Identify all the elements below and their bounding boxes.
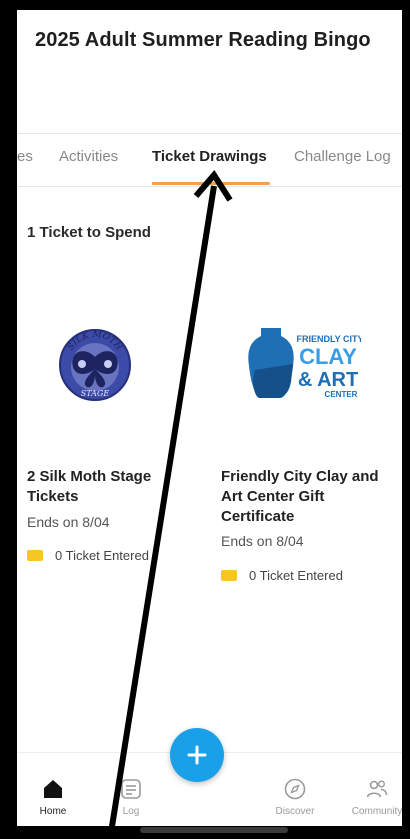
card-entered-clay-art: 0 Ticket Entered: [221, 568, 343, 583]
home-icon: [44, 780, 62, 798]
home-indicator: [140, 827, 288, 833]
community-icon: [366, 780, 388, 798]
page-title: 2025 Adult Summer Reading Bingo: [35, 29, 371, 51]
compass-icon: [284, 778, 306, 800]
clay-logo-line3: & ART: [298, 369, 358, 391]
tab-challenge-log[interactable]: Challenge Log: [294, 148, 391, 165]
nav-home[interactable]: Home: [17, 753, 89, 826]
card-entered-text: 0 Ticket Entered: [55, 548, 149, 563]
app-screen: 2025 Adult Summer Reading Bingo es Activ…: [17, 10, 402, 826]
add-button[interactable]: [170, 728, 224, 782]
nav-discover[interactable]: Discover: [259, 753, 331, 826]
card-title-clay-art: Friendly City Clay and Art Center Gift C…: [221, 468, 379, 525]
clay-logo-line1: FRIENDLY CITY: [296, 334, 361, 344]
ticket-icon: [221, 570, 237, 581]
vase-logo-icon: FRIENDLY CITY CLAY & ART CENTER: [248, 328, 361, 399]
tab-ticket-drawings[interactable]: Ticket Drawings: [152, 148, 267, 165]
tab-challenges-partial[interactable]: es: [17, 148, 33, 165]
nav-home-label: Home: [39, 806, 67, 817]
tab-bar: es Activities Ticket Drawings Challenge …: [17, 133, 402, 187]
ticket-icon: [27, 550, 43, 561]
nav-discover-label: Discover: [275, 806, 315, 817]
phone-frame: 2025 Adult Summer Reading Bingo es Activ…: [0, 0, 410, 839]
nav-log-label: Log: [122, 806, 140, 817]
card-entered-silk-moth: 0 Ticket Entered: [27, 548, 149, 563]
card-ends-clay-art: Ends on 8/04: [221, 533, 304, 549]
card-ends-silk-moth: Ends on 8/04: [27, 514, 110, 530]
moth-logo-icon: SILK MOTH STAGE: [59, 329, 131, 401]
tab-activities[interactable]: Activities: [59, 148, 118, 165]
nav-community-label: Community: [351, 806, 402, 817]
clay-logo-line4: CENTER: [325, 390, 358, 399]
active-tab-indicator: [152, 182, 270, 185]
card-entered-text: 0 Ticket Entered: [249, 568, 343, 583]
card-title-silk-moth: 2 Silk Moth Stage Tickets: [27, 468, 152, 505]
nav-community[interactable]: Community: [341, 753, 402, 826]
plus-icon: [187, 745, 207, 765]
log-icon: [121, 779, 141, 799]
clay-logo-line2: CLAY: [299, 344, 357, 369]
nav-log[interactable]: Log: [95, 753, 167, 826]
tickets-to-spend: 1 Ticket to Spend: [27, 224, 151, 241]
moth-logo-bottom-text: STAGE: [81, 389, 110, 398]
